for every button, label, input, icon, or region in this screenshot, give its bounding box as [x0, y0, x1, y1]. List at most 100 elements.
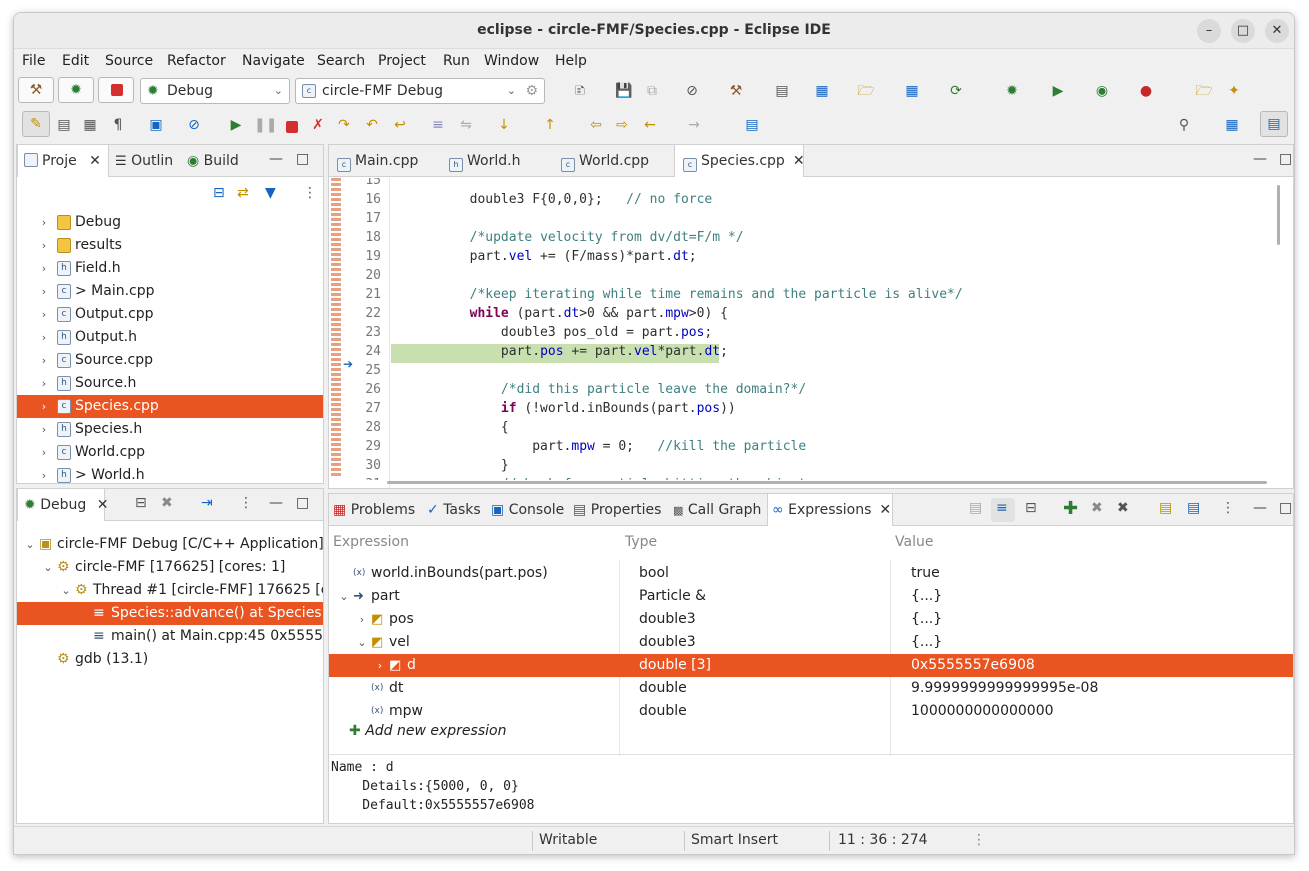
- chevron-right-icon[interactable]: ›: [37, 280, 51, 303]
- project-tree-item[interactable]: › h > World.h: [17, 464, 323, 483]
- menu-source[interactable]: Source: [105, 53, 153, 69]
- step-into-icon[interactable]: ↷: [334, 115, 354, 135]
- expression-value[interactable]: {...}: [911, 585, 942, 608]
- minimize-view-icon[interactable]: —: [1253, 500, 1267, 516]
- menu-help[interactable]: Help: [555, 53, 587, 69]
- chevron-right-icon[interactable]: ›: [37, 303, 51, 326]
- horizontal-scrollbar[interactable]: [387, 481, 1267, 484]
- chevron-down-icon[interactable]: ⌄: [337, 585, 351, 608]
- chevron-right-icon[interactable]: ›: [37, 418, 51, 441]
- menu-project[interactable]: Project: [378, 53, 426, 69]
- code-line[interactable]: //check for particle hitting the object: [407, 477, 806, 480]
- header-type[interactable]: Type: [625, 534, 657, 550]
- debug-tree-item[interactable]: ≡ main() at Main.cpp:45 0x5555555: [17, 625, 323, 648]
- project-tree-item[interactable]: › h Field.h: [17, 257, 323, 280]
- cpp-perspective-button[interactable]: ▤: [1260, 111, 1288, 137]
- status-cursor-position[interactable]: 11 : 36 : 274: [838, 832, 928, 848]
- expression-value[interactable]: 9.9999999999999995e-08: [911, 677, 1098, 700]
- add-new-expression[interactable]: ✚ Add new expression: [349, 723, 506, 739]
- binary-icon[interactable]: ▤: [772, 81, 792, 101]
- expression-row[interactable]: › ◩ pos double3 {...}: [329, 608, 1293, 631]
- status-menu-icon[interactable]: ⋮: [972, 832, 986, 848]
- menu-search[interactable]: Search: [317, 53, 365, 69]
- add-expression-icon[interactable]: ✚: [1063, 498, 1078, 519]
- step-over-icon[interactable]: ↶: [362, 115, 382, 135]
- project-tree-item[interactable]: › c Output.cpp: [17, 303, 323, 326]
- link-editor-icon[interactable]: ⇄: [237, 185, 249, 201]
- chevron-right-icon[interactable]: ›: [37, 372, 51, 395]
- tab-main-cpp[interactable]: c Main.cpp: [337, 145, 418, 177]
- view-menu-icon[interactable]: ⋮: [239, 495, 253, 511]
- collapse-all-icon[interactable]: ⊟: [1025, 500, 1037, 516]
- expression-row[interactable]: (x) world.inBounds(part.pos) bool true: [329, 562, 1293, 585]
- close-icon[interactable]: ✕: [879, 502, 891, 518]
- chevron-down-icon[interactable]: ⌄: [59, 579, 73, 602]
- build-button[interactable]: ⚒: [18, 77, 54, 103]
- debug-icon[interactable]: ✹: [1002, 81, 1022, 101]
- chevron-right-icon[interactable]: ›: [373, 654, 387, 677]
- back-icon[interactable]: ←: [640, 115, 660, 135]
- console-icon[interactable]: ▣: [146, 115, 166, 135]
- code-area[interactable]: 15 16 double3 F{0,0,0}; // no force 17 18 /…: [343, 178, 1273, 480]
- menu-edit[interactable]: Edit: [62, 53, 89, 69]
- chevron-right-icon[interactable]: ›: [37, 349, 51, 372]
- tab-expressions[interactable]: ∞ Expressions ✕: [767, 494, 893, 526]
- disconnect-icon[interactable]: ✗: [308, 115, 328, 135]
- expression-row[interactable]: (x) dt double 9.9999999999999995e-08: [329, 677, 1293, 700]
- coverage-icon[interactable]: ◉: [1092, 81, 1112, 101]
- project-tree-item[interactable]: › c Source.cpp: [17, 349, 323, 372]
- project-tree-item[interactable]: › h Output.h: [17, 326, 323, 349]
- chevron-right-icon[interactable]: ›: [37, 395, 51, 418]
- tab-tasks[interactable]: ✓ Tasks: [427, 494, 481, 526]
- expression-row[interactable]: ⌄ ◩ vel double3 {...}: [329, 631, 1293, 654]
- tab-build-targets[interactable]: ◉ Build: [187, 145, 239, 177]
- maximize-view-icon[interactable]: □: [296, 151, 309, 167]
- wand-icon[interactable]: ✦: [1224, 81, 1244, 101]
- terminate-icon[interactable]: [286, 121, 298, 133]
- debug-tree-item[interactable]: ≡ Species::advance() at Species.cp: [17, 602, 323, 625]
- new-folder-icon[interactable]: 🗁: [856, 81, 876, 101]
- maximize-button[interactable]: □: [1231, 19, 1255, 43]
- terminate-button[interactable]: [98, 77, 134, 103]
- drop-frame-icon[interactable]: ⇋: [456, 115, 476, 135]
- minimize-button[interactable]: –: [1197, 19, 1221, 43]
- details-pane[interactable]: Name : d Details:{5000, 0, 0} Default:0x…: [331, 758, 1293, 815]
- new-class-icon[interactable]: ▦: [902, 81, 922, 101]
- code-line[interactable]: part.pos += part.vel*part.dt;: [407, 344, 728, 359]
- remove-terminated-icon[interactable]: ✖: [161, 495, 173, 511]
- close-icon[interactable]: ✕: [793, 153, 805, 169]
- tab-properties[interactable]: ▤ Properties: [573, 494, 661, 526]
- show-type-icon[interactable]: ▤: [969, 500, 982, 516]
- last-edit-icon[interactable]: ⇦: [586, 115, 606, 135]
- chevron-right-icon[interactable]: ›: [37, 234, 51, 257]
- chevron-right-icon[interactable]: ›: [37, 464, 51, 483]
- chevron-down-icon[interactable]: ⌄: [23, 533, 37, 556]
- gear-icon[interactable]: ⚙: [525, 79, 538, 103]
- close-window-button[interactable]: ✕: [1265, 19, 1289, 43]
- refresh-icon[interactable]: ⟳: [946, 81, 966, 101]
- step-return-icon[interactable]: ↩: [390, 115, 410, 135]
- tab-outline[interactable]: ☰ Outlin: [113, 145, 173, 177]
- chevron-right-icon[interactable]: ›: [355, 608, 369, 631]
- tab-console[interactable]: ▣ Console: [491, 494, 564, 526]
- code-line[interactable]: /*update velocity from dv/dt=F/m */: [407, 230, 744, 245]
- maximize-view-icon[interactable]: □: [1279, 151, 1292, 167]
- project-tree-item[interactable]: › Debug: [17, 211, 323, 234]
- instruction-step-icon[interactable]: ≡: [428, 115, 448, 135]
- expression-value[interactable]: 0x5555557e6908: [911, 654, 1035, 677]
- project-tree-item[interactable]: › c > Main.cpp: [17, 280, 323, 303]
- close-icon[interactable]: ✕: [97, 497, 109, 513]
- project-tree-item[interactable]: › c Species.cpp: [17, 395, 323, 418]
- chevron-down-icon[interactable]: ⌄: [355, 631, 369, 654]
- minimize-view-icon[interactable]: —: [1253, 151, 1267, 167]
- tab-species-cpp[interactable]: c Species.cpp ✕: [674, 145, 805, 177]
- external-tools-icon[interactable]: ●: [1136, 81, 1156, 101]
- resume-icon[interactable]: ▶: [226, 115, 246, 135]
- menu-window[interactable]: Window: [484, 53, 539, 69]
- code-line[interactable]: while (part.dt>0 && part.mpw>0) {: [407, 306, 728, 321]
- prev-annotation-icon[interactable]: ↑: [540, 115, 560, 135]
- debug-tree-item[interactable]: ⌄ ⚙ circle-FMF [176625] [cores: 1]: [17, 556, 323, 579]
- step-filter-icon[interactable]: ⇥: [201, 495, 213, 511]
- expression-row[interactable]: › ◩ d double [3] 0x5555557e6908: [329, 654, 1293, 677]
- tab-project-explorer[interactable]: Proje ✕: [17, 145, 109, 177]
